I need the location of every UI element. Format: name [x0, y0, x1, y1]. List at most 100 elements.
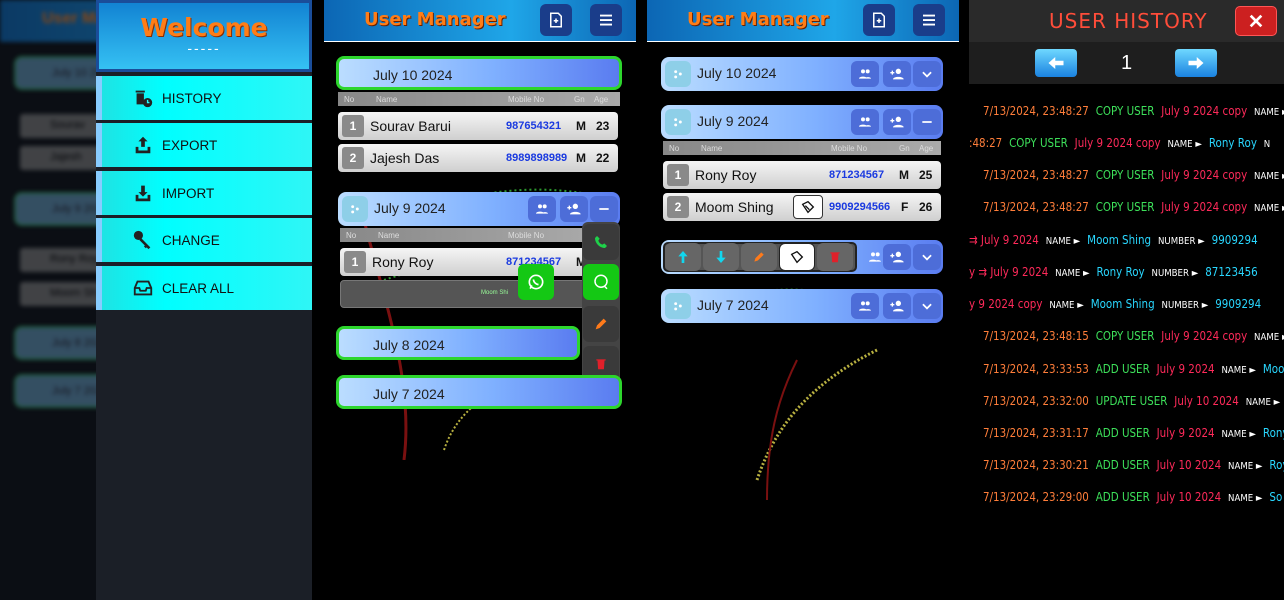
person-add-icon [567, 203, 581, 215]
history-key: NAME ► [1228, 493, 1263, 504]
user-name: Rony Roy [372, 254, 434, 270]
prev-page-button[interactable] [1035, 49, 1077, 77]
group-date: July 7 2024 [373, 386, 445, 402]
history-entry: 7/13/2024, 23:48:27 COPY USER July 9 2024 … [983, 200, 1284, 218]
history-timestamp: :48:27 [969, 136, 1003, 150]
menu-icon [923, 14, 935, 26]
user-name: Jajesh Das [370, 150, 440, 166]
history-entry: y ⇉ July 9 2024 NAME ► Rony Roy NUMBER ► 871… [969, 265, 1258, 283]
app-bar: User Manager [324, 0, 636, 42]
history-group: y ⇉ July 9 2024 [969, 265, 1049, 279]
call-button[interactable] [583, 224, 619, 260]
whatsapp-button[interactable] [518, 264, 554, 300]
copy-button[interactable] [779, 243, 815, 271]
history-key: N [1263, 139, 1271, 150]
group-header[interactable]: July 9 2024 [338, 192, 620, 226]
group-header[interactable]: July 7 2024 [661, 289, 943, 323]
drawer-item-label: IMPORT [162, 185, 215, 201]
call-icon [595, 236, 607, 248]
table-row[interactable]: 1 Rony Roy 871234567 M 25 [663, 161, 941, 189]
history-value: Rony Roy [1096, 265, 1145, 279]
drawer-item-change[interactable]: CHANGE [96, 218, 312, 262]
history-timestamp: 7/13/2024, 23:48:27 [983, 104, 1089, 118]
delete-button[interactable] [817, 243, 853, 271]
add-group-button[interactable] [540, 4, 572, 36]
next-page-button[interactable] [1175, 49, 1217, 77]
chevron-down-icon [922, 254, 932, 261]
menu-button[interactable] [590, 4, 622, 36]
history-entry: :48:27 COPY USER July 9 2024 copy NAME ► Ron… [969, 136, 1270, 154]
group-header[interactable]: July 7 2024 [336, 375, 622, 409]
navigation-drawer: Welcome ----- HISTORY EXPORT IMPORT CHAN… [96, 0, 312, 600]
table-header: No Name Mobile No Gn Age [663, 141, 941, 155]
group-header[interactable]: July 10 2024 [336, 56, 622, 90]
edit-button[interactable] [741, 243, 777, 271]
move-down-icon [716, 251, 726, 263]
minus-icon [922, 121, 932, 123]
history-value: 87123456 [1205, 265, 1258, 279]
menu-button[interactable] [913, 4, 945, 36]
table-row[interactable]: Moom Shi [340, 280, 598, 308]
person-add-icon [890, 68, 904, 80]
close-button[interactable] [1235, 6, 1277, 36]
history-timestamp: 7/13/2024, 23:30:21 [983, 458, 1089, 472]
history-timestamp: 7/13/2024, 23:31:17 [983, 426, 1089, 440]
drawer-header: Welcome ----- [96, 0, 312, 72]
dots-icon [351, 205, 359, 214]
group-date: July 7 2024 [697, 297, 769, 313]
expand-button[interactable] [913, 293, 941, 319]
history-action: COPY USER [1095, 200, 1155, 214]
add-group-button[interactable] [863, 4, 895, 36]
history-value: Roy [1269, 458, 1284, 472]
copy-icon [801, 200, 815, 214]
drawer-item-export[interactable]: EXPORT [96, 123, 312, 167]
group-header[interactable]: July 9 2024 [661, 105, 943, 139]
table-row[interactable]: 2 Moom Shing 9909294566 F 26 [663, 193, 941, 221]
table-row[interactable]: 1 Rony Roy 871234567 M [340, 248, 598, 276]
group-header[interactable]: July 10 2024 [661, 57, 943, 91]
history-key: NAME ► [1254, 203, 1284, 214]
add-user-button[interactable] [883, 244, 911, 270]
add-user-button[interactable] [883, 109, 911, 135]
table-row[interactable]: 2 Jajesh Das 8989898989 M 22 [338, 144, 618, 172]
row-number: 1 [344, 251, 366, 273]
history-action: ADD USER [1095, 426, 1150, 440]
add-user-button[interactable] [560, 196, 588, 222]
group-users-button[interactable] [851, 61, 879, 87]
collapse-button[interactable] [913, 109, 941, 135]
dots-icon [674, 302, 682, 311]
group-users-button[interactable] [851, 293, 879, 319]
drawer-screen: User Manager July 10 2024 Sourav Jajesh … [0, 0, 312, 600]
add-user-button[interactable] [883, 293, 911, 319]
drawer-item-history[interactable]: HISTORY [96, 76, 312, 120]
group-icon [859, 69, 871, 79]
copy-overlay-button[interactable] [793, 195, 823, 219]
user-manager-screen-2: User Manager July 10 2024 July 9 2024 No… [647, 0, 959, 600]
history-timestamp: 7/13/2024, 23:48:15 [983, 329, 1089, 343]
add-user-button[interactable] [883, 61, 911, 87]
collapse-button[interactable] [590, 196, 618, 222]
history-timestamp: 7/13/2024, 23:33:53 [983, 362, 1089, 376]
person-add-icon [890, 300, 904, 312]
sms-button[interactable] [583, 264, 619, 300]
history-key: NAME ► [1254, 171, 1284, 182]
user-history-screen: USER HISTORY 1 7/13/2024, 23:48:27 COPY U… [969, 0, 1284, 600]
move-up-button[interactable] [665, 243, 701, 271]
expand-button[interactable] [913, 244, 941, 270]
minus-icon [599, 208, 609, 210]
expand-button[interactable] [913, 61, 941, 87]
history-key: NAME ► [1254, 332, 1284, 343]
group-icon [859, 117, 871, 127]
group-users-button[interactable] [528, 196, 556, 222]
table-row[interactable]: 1 Sourav Barui 987654321 M 23 [338, 112, 618, 140]
user-mobile: 8989898989 [506, 152, 568, 164]
app-title: User Manager [687, 9, 829, 30]
group-header[interactable]: July 8 2024 [336, 326, 580, 360]
edit-button[interactable] [583, 306, 619, 342]
move-down-button[interactable] [703, 243, 739, 271]
history-key: NAME ► [1167, 139, 1202, 150]
group-users-button[interactable] [851, 109, 879, 135]
drawer-item-clear-all[interactable]: CLEAR ALL [96, 266, 312, 310]
history-key: NUMBER ► [1151, 268, 1199, 279]
drawer-item-import[interactable]: IMPORT [96, 171, 312, 215]
